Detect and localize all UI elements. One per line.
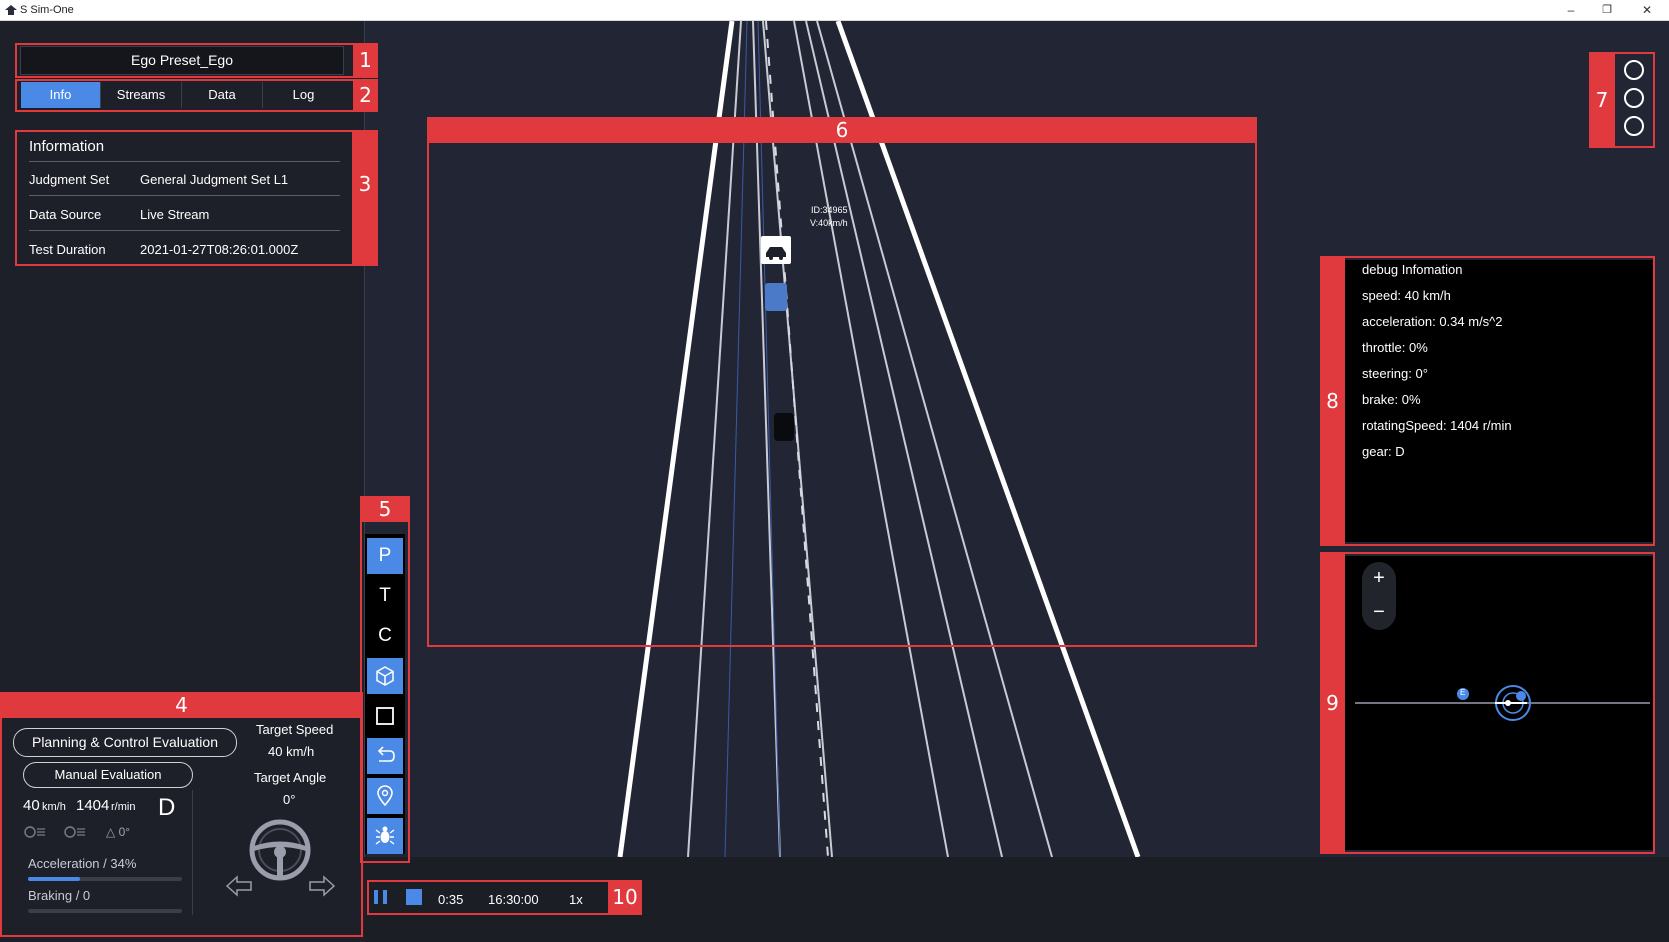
- layer-toggle-2[interactable]: [1624, 88, 1644, 108]
- bottom-bar: [365, 857, 1669, 942]
- divider: [29, 161, 340, 162]
- debug-gear: gear: D: [1362, 444, 1405, 459]
- info-key-judgment-set: Judgment Set: [29, 172, 110, 187]
- vehicle-speed-label: V:40km/h: [810, 218, 848, 228]
- tab-log[interactable]: Log: [263, 82, 344, 108]
- steer-angle-readout: △ 0°: [106, 825, 131, 839]
- layer-toggle-1[interactable]: [1624, 60, 1644, 80]
- annotation-number-2: 2: [353, 80, 378, 111]
- gear-indicator: D: [158, 794, 176, 821]
- turn-right-icon: [309, 875, 336, 897]
- annotation-number-7: 7: [1589, 52, 1615, 148]
- location-pin-icon: [377, 785, 393, 807]
- lane-line: [816, 21, 1053, 857]
- divider: [192, 790, 193, 915]
- target-angle-label: Target Angle: [254, 770, 327, 785]
- speed-unit: km/h: [42, 801, 66, 813]
- annotation-number-5: 5: [360, 496, 410, 522]
- ego-vehicle: [765, 283, 787, 311]
- target-speed-label: Target Speed: [256, 722, 334, 737]
- planning-control-evaluation-button[interactable]: Planning & Control Evaluation: [13, 728, 237, 757]
- annotation-number-1: 1: [353, 44, 378, 77]
- debug-title: debug Infomation: [1362, 262, 1463, 277]
- rpm-value: 1404: [76, 797, 110, 814]
- restore-button[interactable]: ❐: [1594, 2, 1620, 18]
- pause-icon[interactable]: [374, 890, 378, 904]
- low-beam-icon: [24, 826, 45, 838]
- road-edge-right: [835, 21, 1141, 857]
- info-value-judgment-set: General Judgment Set L1: [140, 172, 289, 187]
- pause-icon-bar: [383, 890, 387, 904]
- view-chase-button[interactable]: C: [367, 618, 403, 654]
- debug-rotating-speed: rotatingSpeed: 1404 r/min: [1362, 418, 1512, 433]
- information-title: Information: [29, 138, 105, 155]
- debug-steering: steering: 0°: [1362, 366, 1428, 381]
- car-icon: [766, 247, 786, 257]
- annotation-number-9: 9: [1320, 552, 1345, 854]
- debug-acceleration: acceleration: 0.34 m/s^2: [1362, 314, 1503, 329]
- acceleration-label: Acceleration / 34%: [28, 856, 137, 871]
- bounding-box-button[interactable]: [367, 698, 403, 734]
- annotation-number-4: 4: [0, 692, 363, 718]
- bug-icon: [375, 826, 395, 845]
- info-value-data-source: Live Stream: [140, 207, 210, 222]
- turn-left-icon: [225, 875, 252, 897]
- tab-streams[interactable]: Streams: [101, 82, 182, 108]
- playback-rate[interactable]: 1x: [569, 892, 583, 907]
- zoom-in-button[interactable]: +: [1362, 562, 1396, 596]
- debug-brake: brake: 0%: [1362, 392, 1421, 407]
- lane-line: [805, 21, 1003, 857]
- close-button[interactable]: ✕: [1634, 2, 1660, 18]
- annotation-number-6: 6: [427, 117, 1257, 143]
- lane-line: [793, 21, 949, 857]
- cube-icon: [376, 666, 394, 686]
- other-vehicle: [774, 413, 794, 441]
- acceleration-bar-fill: [28, 877, 80, 881]
- manual-evaluation-button[interactable]: Manual Evaluation: [23, 762, 193, 788]
- info-key-data-source: Data Source: [29, 207, 102, 222]
- elapsed-time: 0:35: [438, 892, 464, 907]
- braking-bar-track: [28, 909, 182, 913]
- ego-selector[interactable]: Ego Preset_Ego: [20, 46, 344, 75]
- divider: [29, 230, 340, 231]
- view-perspective-button[interactable]: P: [367, 538, 403, 574]
- stop-button[interactable]: [406, 889, 422, 905]
- steering-wheel-icon: [249, 819, 311, 881]
- title-bar: S Sim-One – ❐ ✕: [0, 0, 1669, 21]
- window-title: S Sim-One: [20, 4, 74, 16]
- debug-speed: speed: 40 km/h: [1362, 288, 1451, 303]
- braking-label: Braking / 0: [28, 888, 91, 903]
- layer-toggle-3[interactable]: [1624, 116, 1644, 136]
- annotation-number-8: 8: [1320, 256, 1345, 546]
- debug-button[interactable]: [367, 818, 403, 854]
- annotation-number-3: 3: [352, 131, 378, 265]
- app-window: S Sim-One – ❐ ✕ ID:34965 V:40km/h Ego Pr…: [0, 0, 1669, 942]
- square-icon: [376, 707, 394, 725]
- reset-view-button[interactable]: [367, 738, 403, 774]
- target-angle-value: 0°: [283, 792, 296, 807]
- undo-icon: [377, 746, 395, 762]
- lane-guide: [724, 21, 748, 857]
- minimize-button[interactable]: –: [1558, 2, 1584, 18]
- target-speed-value: 40 km/h: [268, 744, 315, 759]
- debug-throttle: throttle: 0%: [1362, 340, 1428, 355]
- annotation-number-10: 10: [608, 880, 642, 915]
- map-marker-label: E: [1460, 688, 1466, 697]
- divider: [29, 195, 340, 196]
- info-value-test-duration: 2021-01-27T08:26:01.000Z: [140, 242, 299, 257]
- map-ego-marker: [1516, 691, 1526, 701]
- speed-value: 40: [23, 797, 40, 814]
- zoom-out-button[interactable]: −: [1362, 596, 1396, 630]
- high-beam-icon: [64, 826, 85, 838]
- locate-button[interactable]: [367, 778, 403, 814]
- info-key-test-duration: Test Duration: [29, 242, 106, 257]
- rpm-unit: r/min: [111, 801, 136, 813]
- view-top-button[interactable]: T: [367, 578, 403, 614]
- app-logo-icon: [5, 5, 17, 15]
- cube-view-button[interactable]: [367, 658, 403, 694]
- tab-data[interactable]: Data: [182, 82, 263, 108]
- clock-time: 16:30:00: [488, 892, 539, 907]
- tab-info[interactable]: Info: [21, 82, 101, 108]
- vehicle-id-label: ID:34965: [811, 205, 848, 215]
